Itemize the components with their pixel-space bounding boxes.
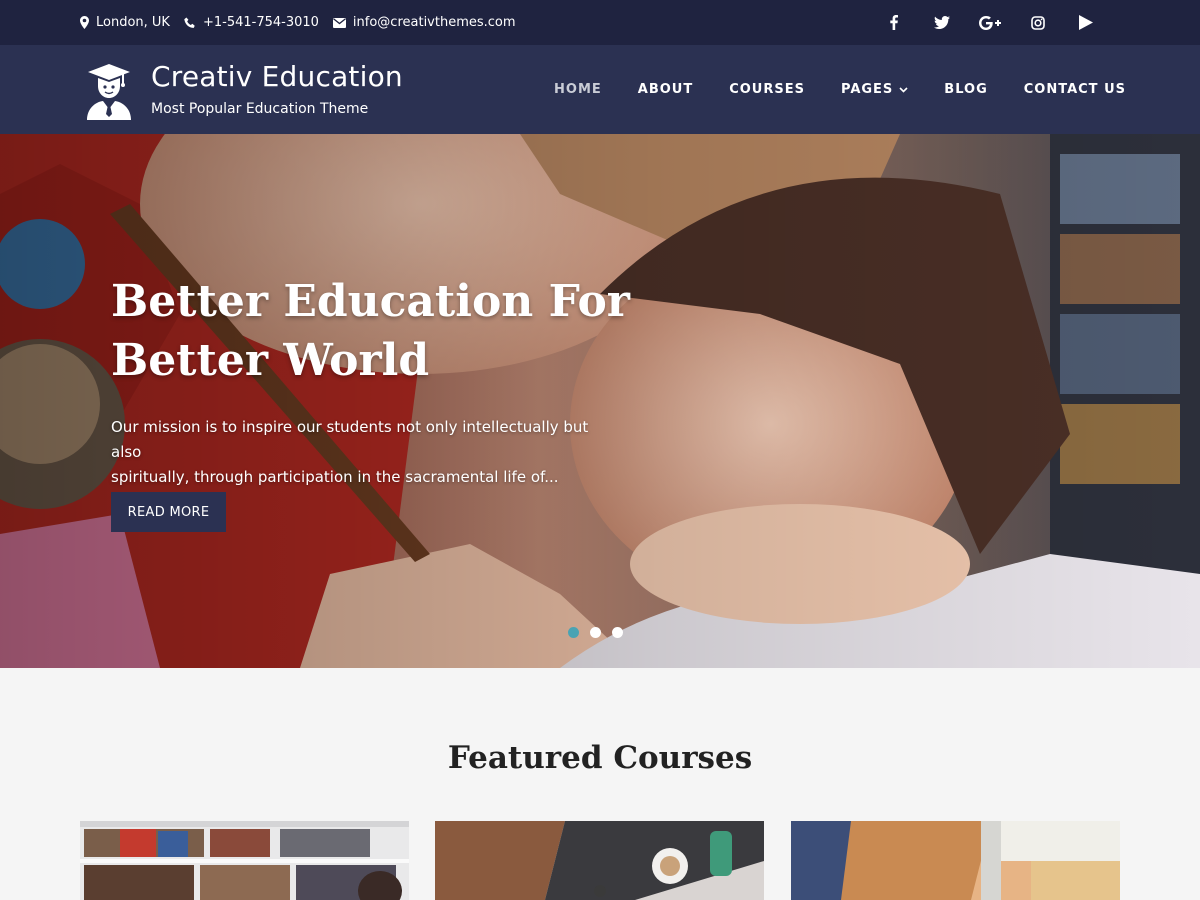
nav-item-about[interactable]: ABOUT (638, 82, 693, 97)
email-text[interactable]: info@creativthemes.com (353, 15, 516, 30)
site-header: Creativ Education Most Popular Education… (0, 45, 1200, 134)
hero-title-line: Better World (111, 335, 430, 386)
course-thumbnail-classroom (791, 821, 1120, 900)
nav-item-home[interactable]: HOME (554, 82, 602, 97)
nav-item-pages[interactable]: PAGES (841, 82, 908, 97)
nav-label: COURSES (729, 82, 805, 97)
location-text: London, UK (96, 15, 170, 30)
hero-description-line: spiritually, through participation in th… (111, 468, 559, 486)
phone-text[interactable]: +1-541-754-3010 (203, 15, 319, 30)
main-nav: HOME ABOUT COURSES PAGES BLOG CONTACT US (518, 45, 1126, 134)
twitter-icon (934, 16, 950, 29)
course-card-image[interactable] (791, 821, 1120, 900)
slider-dot[interactable] (568, 627, 579, 638)
site-title[interactable]: Creativ Education (151, 60, 403, 93)
nav-label: PAGES (840, 82, 894, 97)
nav-label: BLOG (944, 82, 988, 97)
read-more-button[interactable]: READ MORE (111, 492, 226, 532)
instagram-icon (1031, 15, 1045, 30)
nav-label: ABOUT (637, 82, 694, 97)
hero-description: Our mission is to inspire our students n… (111, 415, 621, 490)
facebook-icon (890, 15, 898, 30)
top-info-bar: London, UK +1-541-754-3010 info@creativt… (0, 0, 1200, 45)
course-thumbnail-study-desk (435, 821, 764, 900)
slider-dot[interactable] (590, 627, 601, 638)
hero-title: Better Education For Better World (111, 272, 631, 390)
nav-label: HOME (554, 82, 602, 97)
nav-item-courses[interactable]: COURSES (729, 82, 805, 97)
hero-slider: Better Education For Better World Our mi… (0, 134, 1200, 668)
twitter-link[interactable] (918, 0, 966, 45)
google-plus-icon (979, 15, 1001, 30)
contact-info: London, UK +1-541-754-3010 info@creativt… (80, 0, 530, 45)
slider-pagination (568, 627, 634, 638)
youtube-link[interactable] (1062, 0, 1110, 45)
nav-item-contact-us[interactable]: CONTACT US (1024, 82, 1126, 97)
location-info: London, UK (80, 15, 170, 30)
map-pin-icon (80, 16, 89, 29)
featured-courses-heading: Featured Courses (447, 740, 753, 776)
course-card-image[interactable] (435, 821, 764, 900)
phone-info[interactable]: +1-541-754-3010 (184, 15, 319, 30)
hero-title-line: Better Education For (111, 276, 630, 327)
site-tagline: Most Popular Education Theme (151, 101, 369, 117)
hero-description-line: Our mission is to inspire our students n… (111, 418, 589, 461)
course-thumbnail-bookshelf (80, 821, 409, 900)
chevron-down-icon (899, 86, 908, 93)
hero-background-image (0, 134, 1200, 668)
facebook-link[interactable] (870, 0, 918, 45)
google-plus-link[interactable] (966, 0, 1014, 45)
slider-dot[interactable] (612, 627, 623, 638)
email-info[interactable]: info@creativthemes.com (332, 15, 516, 30)
social-links (870, 0, 1110, 45)
course-card-image[interactable] (80, 821, 409, 900)
instagram-link[interactable] (1014, 0, 1062, 45)
youtube-play-icon (1079, 15, 1093, 30)
nav-item-blog[interactable]: BLOG (944, 82, 987, 97)
phone-icon (184, 17, 195, 28)
envelope-icon (332, 17, 346, 28)
graduate-icon[interactable] (86, 60, 132, 120)
nav-label: CONTACT US (1023, 82, 1126, 97)
